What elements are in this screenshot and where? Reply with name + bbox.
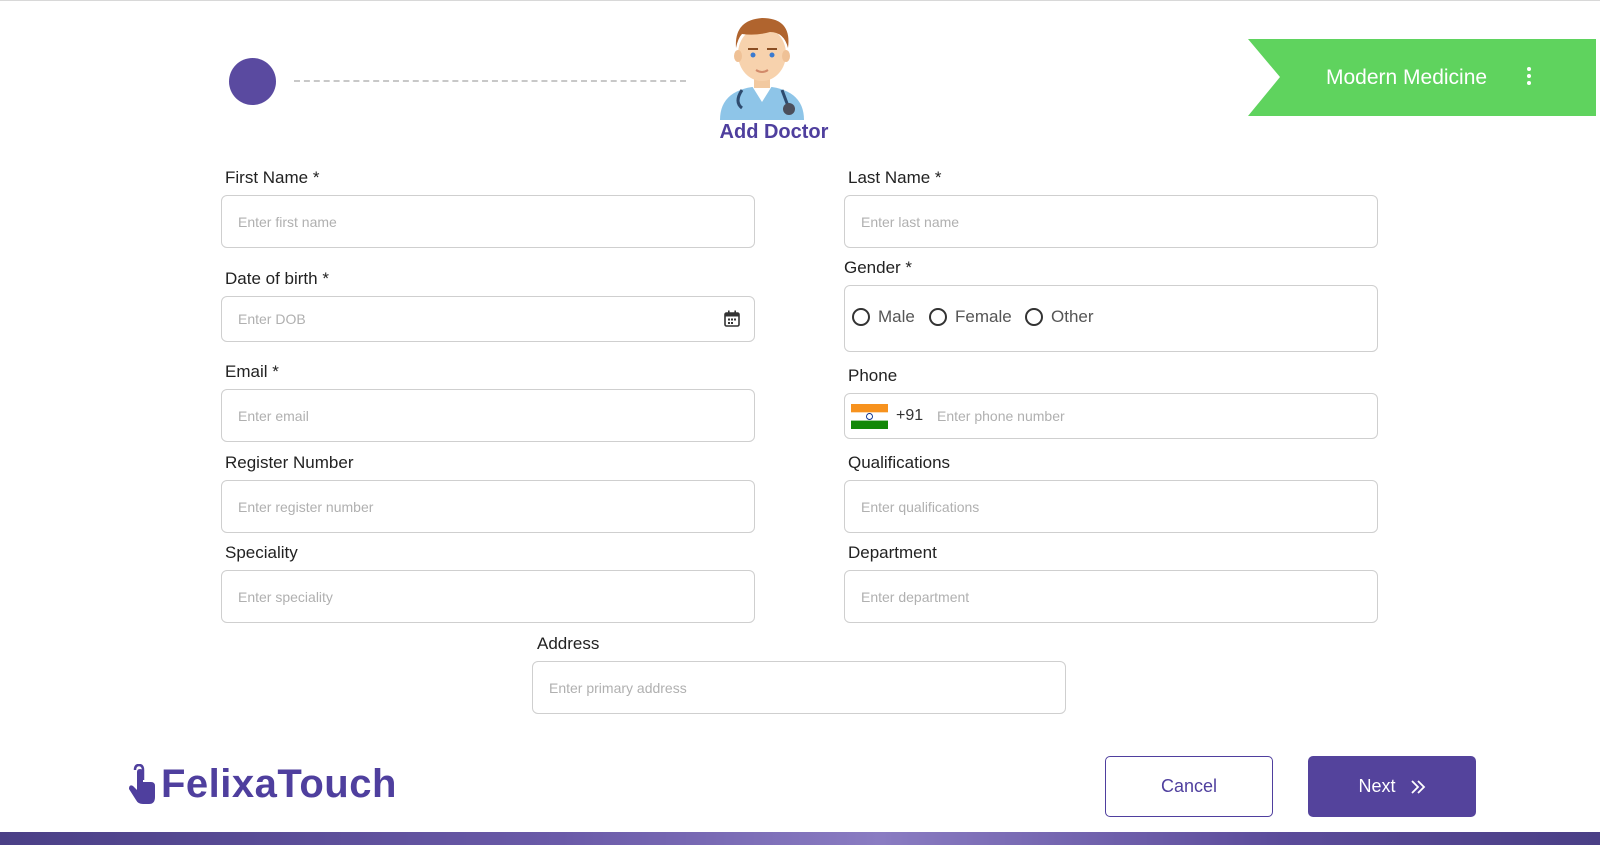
page-title: Add Doctor bbox=[719, 121, 829, 143]
doctor-avatar-icon bbox=[720, 18, 804, 120]
next-button-label: Next bbox=[1358, 776, 1396, 796]
last-name-field bbox=[844, 195, 1378, 248]
radio-circle-icon bbox=[852, 308, 870, 326]
double-chevron-right-icon bbox=[1410, 779, 1425, 794]
address-label: Address bbox=[537, 634, 600, 653]
email-field bbox=[221, 389, 755, 442]
radio-circle-icon bbox=[1025, 308, 1043, 326]
dob-field bbox=[221, 296, 755, 342]
gender-radio-male[interactable]: Male bbox=[852, 307, 915, 327]
first-name-label: First Name * bbox=[225, 168, 320, 187]
last-name-label: Last Name * bbox=[848, 168, 942, 187]
dob-label: Date of birth * bbox=[225, 269, 329, 288]
register-number-field bbox=[221, 480, 755, 533]
gender-label: Gender * bbox=[844, 258, 913, 277]
qualifications-input[interactable] bbox=[861, 481, 1333, 532]
department-label: Department bbox=[848, 543, 937, 562]
register-number-label: Register Number bbox=[225, 453, 354, 472]
step-connector bbox=[294, 80, 686, 82]
module-name: Modern Medicine bbox=[1326, 66, 1488, 89]
department-field bbox=[844, 570, 1378, 623]
brand-name: FelixaTouch bbox=[161, 762, 397, 806]
dob-input[interactable] bbox=[238, 297, 710, 341]
qualifications-label: Qualifications bbox=[848, 453, 951, 472]
first-name-field bbox=[221, 195, 755, 248]
phone-label: Phone bbox=[848, 366, 898, 385]
touch-hand-icon bbox=[129, 763, 155, 804]
email-label: Email * bbox=[225, 362, 279, 381]
email-input[interactable] bbox=[238, 390, 710, 441]
top-divider bbox=[0, 0, 1600, 1]
cancel-button-label: Cancel bbox=[1160, 776, 1218, 796]
gender-option-label: Other bbox=[1051, 307, 1094, 326]
calendar-icon[interactable] bbox=[724, 310, 740, 327]
gender-option-label: Female bbox=[955, 307, 1012, 326]
address-input[interactable] bbox=[549, 662, 1021, 713]
address-field bbox=[532, 661, 1066, 714]
radio-circle-icon bbox=[929, 308, 947, 326]
register-number-input[interactable] bbox=[238, 481, 710, 532]
gender-radio-female[interactable]: Female bbox=[929, 307, 1012, 327]
gender-option-label: Male bbox=[878, 307, 915, 326]
phone-input[interactable] bbox=[937, 394, 1409, 438]
next-button[interactable]: Next bbox=[1308, 756, 1476, 817]
last-name-input[interactable] bbox=[861, 196, 1333, 247]
speciality-input[interactable] bbox=[238, 571, 710, 622]
module-ribbon: Modern Medicine bbox=[1248, 39, 1596, 116]
india-flag-icon[interactable] bbox=[851, 404, 888, 429]
department-input[interactable] bbox=[861, 571, 1333, 622]
speciality-label: Speciality bbox=[225, 543, 298, 562]
bottom-decorative-bar bbox=[0, 832, 1600, 845]
first-name-input[interactable] bbox=[238, 196, 710, 247]
gender-field: Male Female Other bbox=[844, 285, 1378, 352]
more-vertical-icon[interactable] bbox=[1524, 67, 1534, 89]
speciality-field bbox=[221, 570, 755, 623]
phone-field: +91 bbox=[844, 393, 1409, 439]
brand-logo: FelixaTouch bbox=[127, 762, 397, 807]
cancel-button[interactable]: Cancel bbox=[1105, 756, 1273, 817]
gender-radio-other[interactable]: Other bbox=[1025, 307, 1094, 327]
dial-code[interactable]: +91 bbox=[896, 394, 923, 438]
step-indicator-active bbox=[229, 58, 276, 105]
qualifications-field bbox=[844, 480, 1378, 533]
